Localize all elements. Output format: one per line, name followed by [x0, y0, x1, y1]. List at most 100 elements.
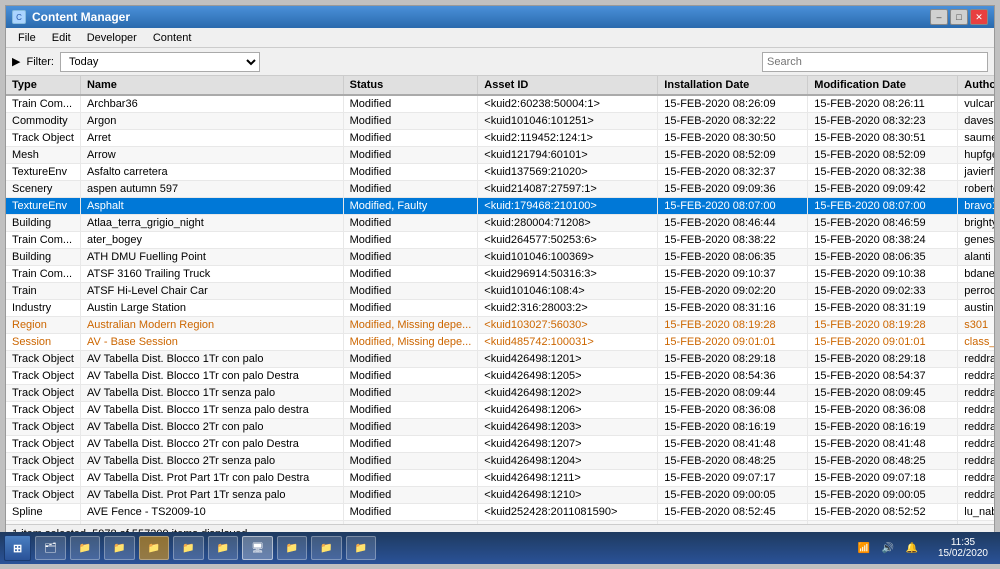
volume-icon[interactable]: 🔊 — [878, 538, 898, 558]
taskbar-app-4[interactable]: 📁 — [139, 536, 169, 560]
col-type[interactable]: Type — [6, 76, 80, 95]
cell-2: Modified — [343, 147, 478, 164]
cell-4: 15-FEB-2020 08:19:28 — [658, 317, 808, 334]
menu-developer[interactable]: Developer — [79, 30, 145, 46]
cell-4: 15-FEB-2020 09:00:05 — [658, 487, 808, 504]
table-row[interactable]: Track ObjectAV Tabella Dist. Prot Part 1… — [6, 470, 994, 487]
table-row[interactable]: Sceneryaspen autumn 597Modified<kuid2140… — [6, 181, 994, 198]
table-row[interactable]: SplineAVE Fence - TS2009-10Modified<kuid… — [6, 504, 994, 521]
cell-0: Track Object — [6, 351, 80, 368]
table-row[interactable]: Track ObjectArretModified<kuid2:119452:1… — [6, 130, 994, 147]
cell-0: Spline — [6, 504, 80, 521]
cell-3: <kuid426498:1204> — [478, 453, 658, 470]
cell-5: 15-FEB-2020 09:09:42 — [808, 181, 958, 198]
cell-6: reddragon65 — [958, 402, 994, 419]
table-row[interactable]: Track ObjectAV Tabella Dist. Prot Part 1… — [6, 487, 994, 504]
table-row[interactable]: IndustryAustin Large StationModified<kui… — [6, 300, 994, 317]
cell-2: Modified — [343, 368, 478, 385]
start-icon: ⊞ — [13, 542, 22, 555]
taskbar-app-2[interactable]: 📁 — [70, 536, 100, 560]
table-row[interactable]: Track ObjectAV Tabella Dist. Blocco 1Tr … — [6, 402, 994, 419]
cell-3: <kuid2:119452:124:1> — [478, 130, 658, 147]
taskbar-app-7[interactable]: 📁 — [277, 536, 307, 560]
col-mod-date[interactable]: Modification Date — [808, 76, 958, 95]
cell-3: <kuid426498:1206> — [478, 402, 658, 419]
content-table: Type Name Status Asset ID Installation D… — [6, 76, 994, 524]
filter-label: Filter: — [26, 56, 54, 68]
col-name[interactable]: Name — [80, 76, 343, 95]
maximize-button[interactable]: □ — [950, 9, 968, 25]
col-install-date[interactable]: Installation Date — [658, 76, 808, 95]
cell-0: Track Object — [6, 385, 80, 402]
taskbar-app-1[interactable]: 🗂 — [35, 536, 66, 560]
col-asset-id[interactable]: Asset ID — [478, 76, 658, 95]
table-row[interactable]: TextureEnvAsfalto carreteraModified<kuid… — [6, 164, 994, 181]
taskbar-app-8[interactable]: 📁 — [311, 536, 341, 560]
cell-0: Train Com... — [6, 232, 80, 249]
cell-1: Argon — [80, 113, 343, 130]
col-author[interactable]: Author Username — [958, 76, 994, 95]
menu-content[interactable]: Content — [145, 30, 200, 46]
table-row[interactable]: Train Com...ater_bogeyModified<kuid26457… — [6, 232, 994, 249]
cell-1: Atlaa_terra_grigio_night — [80, 215, 343, 232]
cell-4: 15-FEB-2020 08:07:00 — [658, 198, 808, 215]
notification-icon[interactable]: 🔔 — [902, 538, 922, 558]
cell-6: class_172 — [958, 334, 994, 351]
cell-3: <kuid214087:27597:1> — [478, 181, 658, 198]
cell-4: 15-FEB-2020 08:06:35 — [658, 249, 808, 266]
filter-dropdown[interactable]: Today All Last Week Last Month — [60, 52, 260, 72]
taskbar-app-3[interactable]: 📁 — [104, 536, 134, 560]
cell-6: bdaneal — [958, 266, 994, 283]
table-row[interactable]: TrainATSF Hi-Level Chair CarModified<kui… — [6, 283, 994, 300]
cell-0: Track Object — [6, 368, 80, 385]
cell-1: ater_bogey — [80, 232, 343, 249]
cell-4: 15-FEB-2020 08:38:22 — [658, 232, 808, 249]
cell-5: 15-FEB-2020 08:30:51 — [808, 130, 958, 147]
table-row[interactable]: RegionAustralian Modern RegionModified, … — [6, 317, 994, 334]
taskbar-app-5[interactable]: 📁 — [173, 536, 203, 560]
close-button[interactable]: ✕ — [970, 9, 988, 25]
col-status[interactable]: Status — [343, 76, 478, 95]
cell-2: Modified — [343, 266, 478, 283]
cell-1: Asphalt — [80, 198, 343, 215]
cell-3: <kuid:280004:71208> — [478, 215, 658, 232]
table-row[interactable]: TextureEnvAsphaltModified, Faulty<kuid:1… — [6, 198, 994, 215]
taskbar-app-6[interactable]: 📁 — [208, 536, 238, 560]
menu-file[interactable]: File — [10, 30, 44, 46]
table-row[interactable]: Track ObjectAV Tabella Dist. Blocco 1Tr … — [6, 368, 994, 385]
network-icon[interactable]: 📶 — [854, 538, 874, 558]
cell-0: TextureEnv — [6, 198, 80, 215]
cell-5: 15-FEB-2020 08:38:24 — [808, 232, 958, 249]
table-container[interactable]: Type Name Status Asset ID Installation D… — [6, 76, 994, 524]
cell-5: 15-FEB-2020 09:01:01 — [808, 334, 958, 351]
minimize-button[interactable]: – — [930, 9, 948, 25]
cell-3: <kuid101046:108:4> — [478, 283, 658, 300]
table-row[interactable]: SessionAV - Base SessionModified, Missin… — [6, 334, 994, 351]
table-row[interactable]: Track ObjectAV Tabella Dist. Blocco 1Tr … — [6, 351, 994, 368]
table-row[interactable]: CommodityArgonModified<kuid101046:101251… — [6, 113, 994, 130]
table-row[interactable]: Track ObjectAV Tabella Dist. Blocco 2Tr … — [6, 436, 994, 453]
table-row[interactable]: Track ObjectAV Tabella Dist. Blocco 2Tr … — [6, 453, 994, 470]
cell-1: Archbar36 — [80, 95, 343, 113]
start-button[interactable]: ⊞ — [4, 535, 31, 561]
cell-1: aspen autumn 597 — [80, 181, 343, 198]
cell-3: <kuid426498:1201> — [478, 351, 658, 368]
table-row[interactable]: BuildingAtlaa_terra_grigio_nightModified… — [6, 215, 994, 232]
table-row[interactable]: Train Com...Archbar36Modified<kuid2:6023… — [6, 95, 994, 113]
table-row[interactable]: MeshArrowModified<kuid121794:60101>15-FE… — [6, 147, 994, 164]
search-input[interactable] — [762, 52, 988, 72]
cell-1: AV Tabella Dist. Blocco 1Tr con palo Des… — [80, 368, 343, 385]
menu-edit[interactable]: Edit — [44, 30, 79, 46]
cell-4: 15-FEB-2020 08:41:48 — [658, 436, 808, 453]
taskbar-app-9[interactable]: 📁 — [346, 536, 376, 560]
table-row[interactable]: Track ObjectAV Tabella Dist. Blocco 1Tr … — [6, 385, 994, 402]
table-row[interactable]: Train Com...ATSF 3160 Trailing TruckModi… — [6, 266, 994, 283]
taskbar-content-manager[interactable]: 🖥 — [242, 536, 273, 560]
cell-3: <kuid426498:1211> — [478, 470, 658, 487]
cell-6: davesnow — [958, 113, 994, 130]
cell-3: <kuid426498:1207> — [478, 436, 658, 453]
cell-6: javierfi — [958, 164, 994, 181]
table-row[interactable]: Track ObjectAV Tabella Dist. Blocco 2Tr … — [6, 419, 994, 436]
cell-1: Australian Modern Region — [80, 317, 343, 334]
table-row[interactable]: BuildingATH DMU Fuelling PointModified<k… — [6, 249, 994, 266]
